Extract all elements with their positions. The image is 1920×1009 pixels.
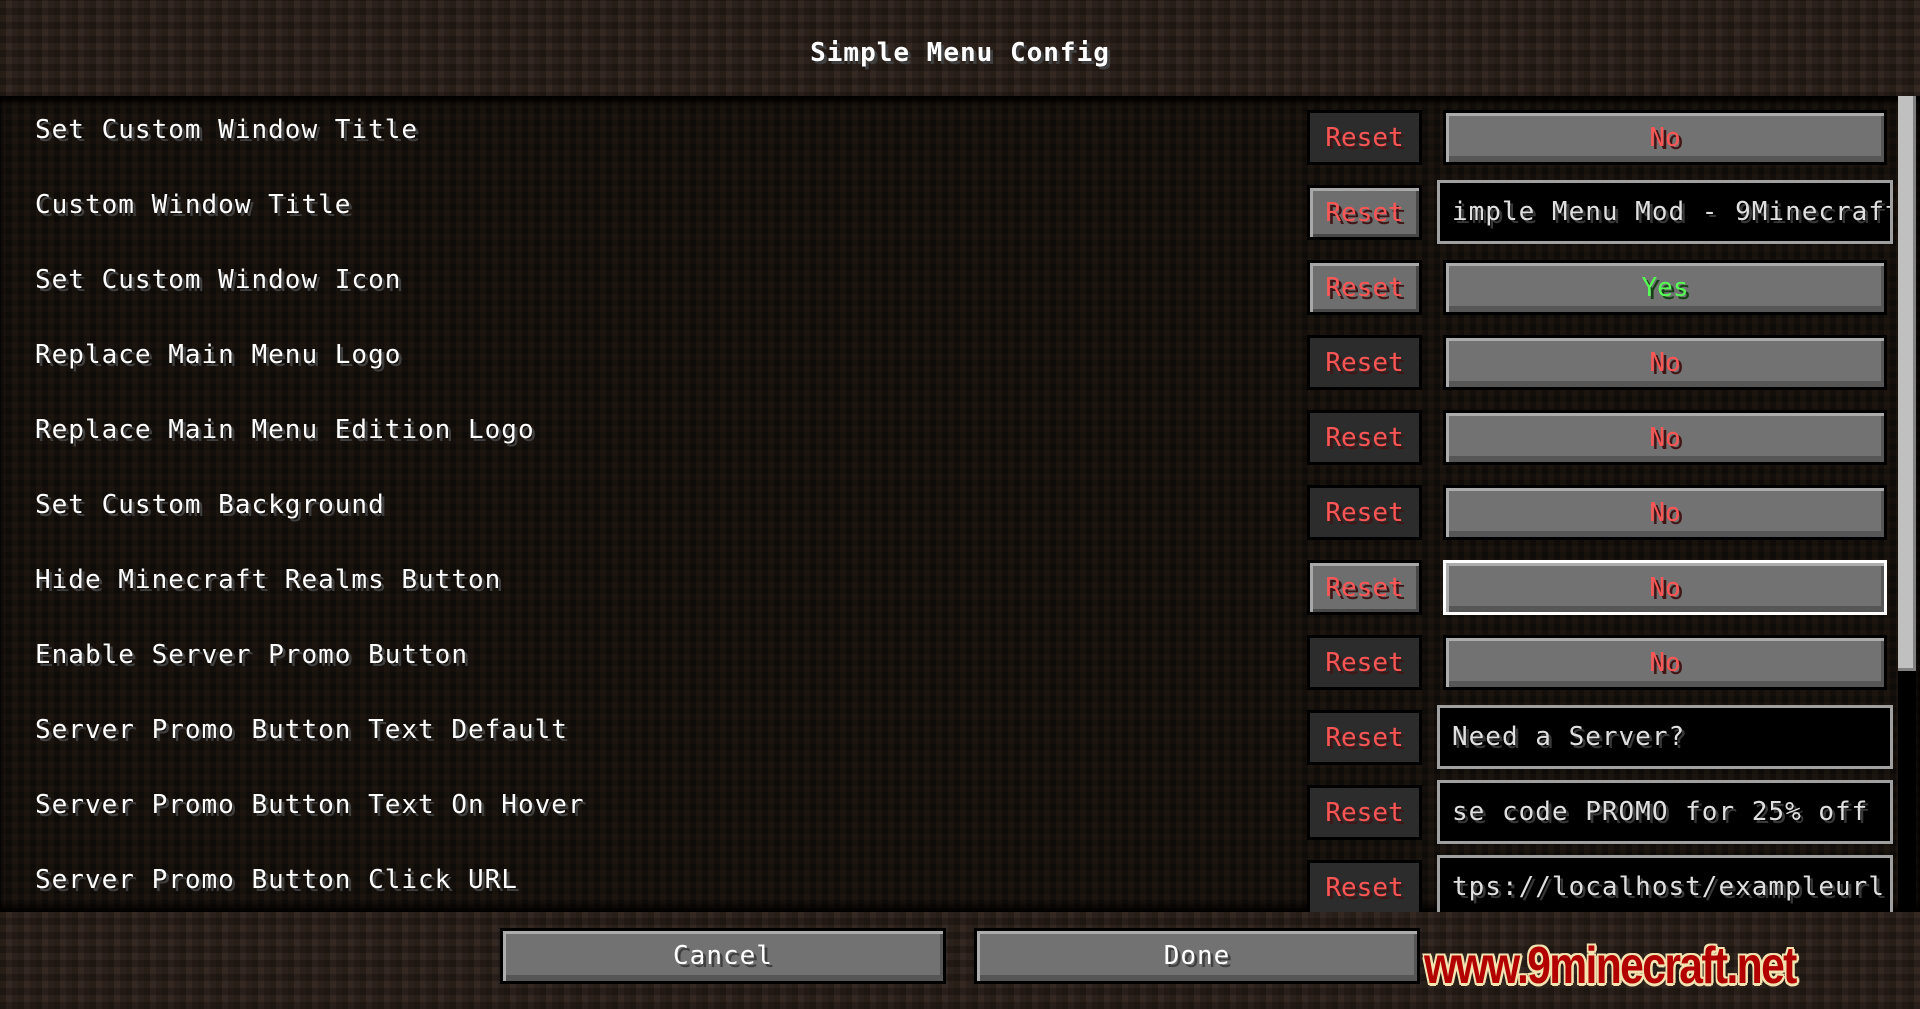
scrollbar[interactable] bbox=[1898, 96, 1916, 912]
setting-row: Replace Main Menu Edition Logo Reset No bbox=[0, 410, 1890, 485]
reset-button[interactable]: Reset bbox=[1307, 785, 1422, 840]
reset-button[interactable]: Reset bbox=[1307, 635, 1422, 690]
setting-row: Server Promo Button Text Default Reset N… bbox=[0, 705, 1893, 785]
toggle-value: Yes bbox=[1641, 272, 1689, 303]
setting-label: Replace Main Menu Logo bbox=[35, 340, 402, 370]
reset-button[interactable]: Reset bbox=[1307, 860, 1422, 912]
setting-label: Set Custom Window Title bbox=[35, 115, 419, 145]
reset-button[interactable]: Reset bbox=[1307, 110, 1422, 165]
toggle-value: No bbox=[1649, 572, 1681, 603]
setting-label: Set Custom Background bbox=[35, 490, 385, 520]
setting-label: Enable Server Promo Button bbox=[35, 640, 468, 670]
toggle-button[interactable]: Yes bbox=[1443, 260, 1887, 315]
reset-button[interactable]: Reset bbox=[1307, 410, 1422, 465]
setting-row: Set Custom Background Reset No bbox=[0, 485, 1890, 560]
setting-label: Server Promo Button Text On Hover bbox=[35, 790, 585, 820]
toggle-button[interactable]: No bbox=[1443, 110, 1887, 165]
scrollbar-thumb[interactable] bbox=[1898, 96, 1916, 671]
setting-label: Custom Window Title bbox=[35, 190, 352, 220]
setting-row: Enable Server Promo Button Reset No bbox=[0, 635, 1890, 710]
setting-row: Custom Window Title Reset imple Menu Mod… bbox=[0, 180, 1893, 260]
toggle-button[interactable]: No bbox=[1443, 410, 1887, 465]
text-field[interactable]: se code PROMO for 25% off bbox=[1437, 780, 1893, 844]
setting-row: Server Promo Button Click URL Reset tps:… bbox=[0, 855, 1893, 912]
setting-row: Set Custom Window Icon Reset Yes bbox=[0, 260, 1890, 335]
watermark-logo: www.9minecraft.net bbox=[1424, 937, 1797, 995]
setting-row: Set Custom Window Title Reset No bbox=[0, 110, 1890, 185]
toggle-value: No bbox=[1649, 497, 1681, 528]
toggle-value: No bbox=[1649, 422, 1681, 453]
reset-button[interactable]: Reset bbox=[1307, 560, 1422, 615]
text-field[interactable]: Need a Server? bbox=[1437, 705, 1893, 769]
cancel-button[interactable]: Cancel bbox=[500, 928, 946, 984]
reset-button[interactable]: Reset bbox=[1307, 185, 1422, 240]
toggle-button[interactable]: No bbox=[1443, 635, 1887, 690]
toggle-button[interactable]: No bbox=[1443, 560, 1887, 615]
setting-row: Replace Main Menu Logo Reset No bbox=[0, 335, 1890, 410]
toggle-value: No bbox=[1649, 122, 1681, 153]
settings-list: Set Custom Window Title Reset No Custom … bbox=[0, 96, 1920, 912]
toggle-value: No bbox=[1649, 347, 1681, 378]
reset-button[interactable]: Reset bbox=[1307, 710, 1422, 765]
text-field[interactable]: tps://localhost/exampleurl bbox=[1437, 855, 1893, 912]
toggle-value: No bbox=[1649, 647, 1681, 678]
setting-label: Replace Main Menu Edition Logo bbox=[35, 415, 535, 445]
done-button[interactable]: Done bbox=[974, 928, 1420, 984]
setting-label: Server Promo Button Text Default bbox=[35, 715, 568, 745]
screen-title: Simple Menu Config bbox=[810, 38, 1110, 68]
toggle-button[interactable]: No bbox=[1443, 485, 1887, 540]
setting-label: Hide Minecraft Realms Button bbox=[35, 565, 502, 595]
reset-button[interactable]: Reset bbox=[1307, 485, 1422, 540]
reset-button[interactable]: Reset bbox=[1307, 260, 1422, 315]
reset-button[interactable]: Reset bbox=[1307, 335, 1422, 390]
setting-row: Server Promo Button Text On Hover Reset … bbox=[0, 780, 1893, 860]
setting-label: Set Custom Window Icon bbox=[35, 265, 402, 295]
toggle-button[interactable]: No bbox=[1443, 335, 1887, 390]
setting-row: Hide Minecraft Realms Button Reset No bbox=[0, 560, 1890, 635]
text-field[interactable]: imple Menu Mod - 9Minecraft bbox=[1437, 180, 1893, 244]
setting-label: Server Promo Button Click URL bbox=[35, 865, 518, 895]
